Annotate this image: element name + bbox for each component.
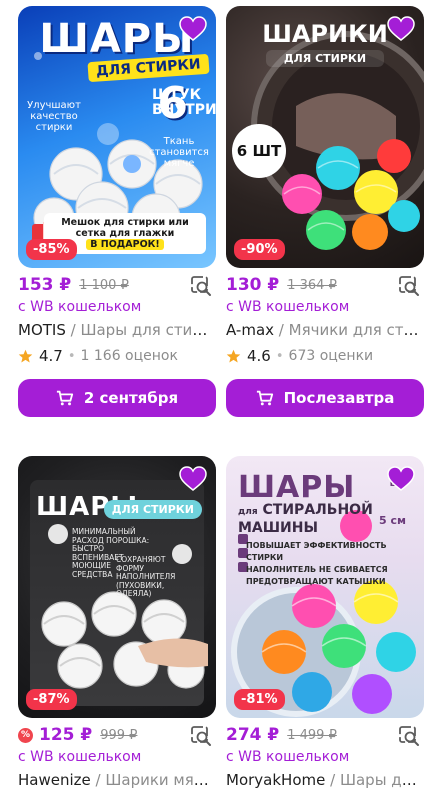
product-title: Мячики для стирки	[288, 321, 424, 339]
product-card[interactable]: ШАРЫ ДЛЯ СТИРКИ МИНИМАЛЬНЫЙ РАСХОД ПОРОШ…	[18, 456, 216, 789]
rating: 4.6 • 673 оценки	[226, 347, 424, 365]
discount-badge: -87%	[26, 689, 77, 710]
star-icon	[18, 349, 33, 362]
price: 153 ₽	[18, 275, 72, 295]
product-card[interactable]: ШАРЫ для СТИРАЛЬНОЙ МАШИНЫ шт 5 см ПОВЫШ…	[226, 456, 424, 789]
promo-note-2: СОХРАНЯЮТ ФОРМУ НАПОЛНИТЕЛЯ (ПУХОВИКИ, О…	[116, 555, 176, 598]
product-image[interactable]: ШАРЫ для СТИРАЛЬНОЙ МАШИНЫ шт 5 см ПОВЫШ…	[226, 456, 424, 718]
promo-size: 5 см	[379, 514, 406, 527]
wallet-note: с WB кошельком	[226, 299, 350, 315]
heart-icon[interactable]	[386, 14, 416, 44]
reviews-count: 1 166 оценок	[80, 348, 178, 364]
wallet-note: с WB кошельком	[226, 749, 350, 765]
dot-separator: •	[67, 348, 76, 364]
add-to-cart-button[interactable]: Послезавтра	[226, 379, 424, 417]
price-row: 153 ₽ 1 100 ₽	[18, 272, 216, 298]
find-similar-icon[interactable]	[398, 725, 420, 747]
heart-icon[interactable]	[178, 464, 208, 494]
star-icon	[226, 349, 241, 362]
find-similar-icon[interactable]	[398, 275, 420, 297]
cart-icon	[56, 390, 73, 406]
wallet-note: с WB кошельком	[18, 749, 142, 765]
old-price: 999 ₽	[100, 727, 138, 743]
product-title: Шарики мячики для стирки	[105, 771, 216, 789]
sale-percent-icon	[18, 727, 33, 743]
wallet-note: с WB кошельком	[18, 299, 142, 315]
find-similar-icon[interactable]	[190, 725, 212, 747]
product-grid: ШАРЫ ДЛЯ СТИРКИ 6 ШТУК ВНУТРИ Улучшают к…	[0, 0, 441, 800]
gift-text: Мешок для стирки или сетка для глажки	[61, 217, 189, 239]
promo-prefix: для	[238, 507, 258, 517]
price-row: 125 ₽ 999 ₽	[18, 722, 216, 748]
product-image[interactable]: ШАРИКИ ДЛЯ СТИРКИ 6 ШТ -90%	[226, 6, 424, 268]
delivery-date-label: 2 сентября	[83, 389, 179, 407]
promo-bullet: ПОВЫШАЕТ ЭФФЕКТИВНОСТЬ СТИРКИ	[246, 541, 387, 562]
dot-separator: •	[275, 348, 284, 364]
heart-icon[interactable]	[386, 464, 416, 494]
delivery-date-label: Послезавтра	[283, 389, 395, 407]
old-price: 1 499 ₽	[287, 727, 337, 743]
brand: A-max	[226, 321, 275, 339]
old-price: 1 364 ₽	[287, 277, 337, 293]
product-title: Шары для стирки	[339, 771, 424, 789]
old-price: 1 100 ₽	[79, 277, 129, 293]
add-to-cart-button[interactable]: 2 сентября	[18, 379, 216, 417]
separator: /	[65, 321, 81, 339]
brand: MOTIS	[18, 321, 66, 339]
price: 130 ₽	[226, 275, 280, 295]
product-name[interactable]: MoryakHome / Шары для стирки	[226, 771, 424, 789]
product-image[interactable]: ШАРЫ ДЛЯ СТИРКИ МИНИМАЛЬНЫЙ РАСХОД ПОРОШ…	[18, 456, 216, 718]
promo-count-words: ШТУК ВНУТРИ	[152, 87, 216, 118]
discount-badge: -85%	[26, 239, 77, 260]
promo-title: ШАРЫ	[238, 470, 356, 505]
product-card[interactable]: ШАРИКИ ДЛЯ СТИРКИ 6 ШТ -90% 130 ₽ 1 364 …	[226, 6, 424, 417]
promo-subtitle-line1: СТИРАЛЬНОЙ	[262, 502, 373, 518]
promo-note-left: Улучшают качество стирки	[27, 100, 81, 133]
promo-note-right: Ткань становится мягче	[149, 136, 209, 169]
discount-badge: -81%	[234, 689, 285, 710]
product-image[interactable]: ШАРЫ ДЛЯ СТИРКИ 6 ШТУК ВНУТРИ Улучшают к…	[18, 6, 216, 268]
promo-subtitle-line2: МАШИНЫ	[238, 520, 319, 536]
price: 125 ₽	[39, 725, 93, 745]
product-name[interactable]: Hawenize / Шарики мячики для стирки	[18, 771, 216, 789]
cart-icon	[256, 390, 273, 406]
rating-value: 4.6	[247, 347, 271, 365]
separator: /	[90, 771, 106, 789]
heart-icon[interactable]	[178, 14, 208, 44]
brand: MoryakHome	[226, 771, 326, 789]
find-similar-icon[interactable]	[190, 275, 212, 297]
price: 274 ₽	[226, 725, 280, 745]
brand: Hawenize	[18, 771, 91, 789]
product-name[interactable]: A-max / Мячики для стирки	[226, 321, 424, 339]
price-row: 130 ₽ 1 364 ₽	[226, 272, 424, 298]
promo-subtitle: для СТИРАЛЬНОЙ МАШИНЫ	[238, 502, 373, 536]
gift-badge: В ПОДАРОК!	[86, 239, 164, 250]
promo-bullet: НАПОЛНИТЕЛЬ НЕ СБИВАЕТСЯ	[246, 565, 388, 574]
separator: /	[274, 321, 289, 339]
promo-bullets: ПОВЫШАЕТ ЭФФЕКТИВНОСТЬ СТИРКИ НАПОЛНИТЕЛ…	[246, 540, 414, 588]
product-title: Шары для стирки	[80, 321, 216, 339]
separator: /	[325, 771, 340, 789]
rating-value: 4.7	[39, 347, 63, 365]
promo-subtitle: ДЛЯ СТИРКИ	[266, 50, 384, 67]
promo-bullet: ПРЕДОТВРАЩАЮТ КАТЫШКИ	[246, 577, 386, 586]
discount-badge: -90%	[234, 239, 285, 260]
promo-subtitle: ДЛЯ СТИРКИ	[103, 500, 202, 519]
price-row: 274 ₽ 1 499 ₽	[226, 722, 424, 748]
product-card[interactable]: ШАРЫ ДЛЯ СТИРКИ 6 ШТУК ВНУТРИ Улучшают к…	[18, 6, 216, 417]
pieces-badge: 6 ШТ	[232, 124, 286, 178]
product-name[interactable]: MOTIS / Шары для стирки	[18, 321, 216, 339]
reviews-count: 673 оценки	[288, 348, 374, 364]
rating: 4.7 • 1 166 оценок	[18, 347, 216, 365]
